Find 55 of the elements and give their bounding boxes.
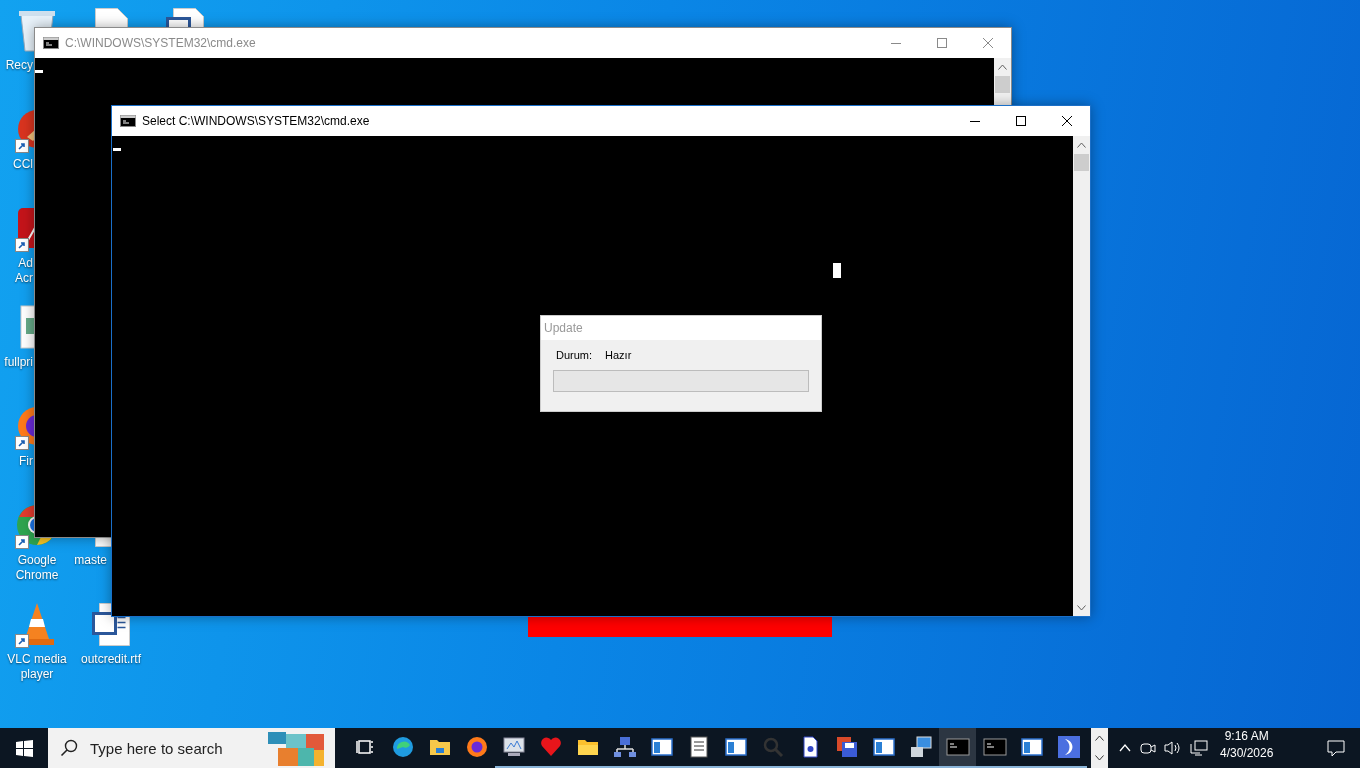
network-icon[interactable] (1190, 740, 1208, 756)
maximize-icon (937, 38, 947, 48)
close-icon (983, 38, 993, 48)
console-icon (982, 735, 1007, 759)
cursor-block (833, 263, 841, 278)
volume-icon[interactable] (1164, 740, 1182, 756)
status-value: Hazır (605, 349, 632, 361)
scrollbar-thumb[interactable] (995, 76, 1010, 93)
desktop-icon-label[interactable]: Recy (0, 58, 33, 73)
desktop-icon-label[interactable]: CCl (0, 157, 33, 172)
status-label: Durum: (556, 349, 593, 361)
window-title: C:\WINDOWS\SYSTEM32\cmd.exe (65, 36, 257, 50)
search-icon (60, 739, 78, 757)
desktop-icon-label[interactable]: VLC media player (2, 652, 72, 682)
close-icon (1062, 116, 1072, 126)
computer-icon (908, 735, 933, 759)
clock[interactable]: 9:16 AM 4/30/2026 (1214, 728, 1280, 768)
search-field[interactable]: Type here to search (88, 738, 262, 758)
dialog-title: Update (541, 316, 821, 340)
chevron-up-icon (998, 63, 1007, 70)
scrollbar-thumb[interactable] (1074, 154, 1089, 171)
text-cursor (113, 148, 121, 151)
picture-icon (1056, 735, 1081, 759)
browser-icon (390, 735, 415, 759)
camera-icon[interactable] (1140, 740, 1156, 756)
floppy-icon (834, 735, 859, 759)
console-icon (120, 115, 136, 127)
browser-icon (464, 735, 489, 759)
window-title: Select C:\WINDOWS\SYSTEM32\cmd.exe (142, 114, 371, 128)
text-cursor (35, 70, 43, 73)
search-box[interactable]: Type here to search (48, 728, 335, 768)
windows-logo-icon (15, 739, 33, 757)
scroll-up-icon[interactable] (1095, 735, 1104, 741)
clock-time: 9:16 AM (1224, 728, 1269, 745)
desktop-icon-label[interactable]: Ad Acr (0, 256, 33, 286)
clock-date: 4/30/2026 (1220, 745, 1274, 762)
network-computer-icon (612, 735, 637, 759)
desktop-icon-label[interactable]: Google Chrome (2, 553, 72, 583)
monitor-icon (501, 735, 526, 759)
maximize-icon (1016, 116, 1026, 126)
speech-bubble-icon (1327, 739, 1345, 757)
window-icon (649, 735, 674, 759)
taskbar-button[interactable] (939, 728, 976, 768)
window-icon (871, 735, 896, 759)
console-icon (945, 735, 970, 759)
desktop-icon-label[interactable]: fullpri (0, 355, 33, 370)
chevron-down-icon (1077, 604, 1086, 611)
desktop-icon-label[interactable]: outcredit.rtf (76, 652, 146, 667)
console-icon (43, 37, 59, 49)
desktop-icon-label[interactable]: maste (72, 553, 107, 568)
window-icon (1019, 735, 1044, 759)
scroll-down-icon[interactable] (1095, 755, 1104, 761)
window-icon (723, 735, 748, 759)
desktop-icon-label[interactable]: Fir (0, 454, 33, 469)
chevron-up-icon (1077, 141, 1086, 148)
